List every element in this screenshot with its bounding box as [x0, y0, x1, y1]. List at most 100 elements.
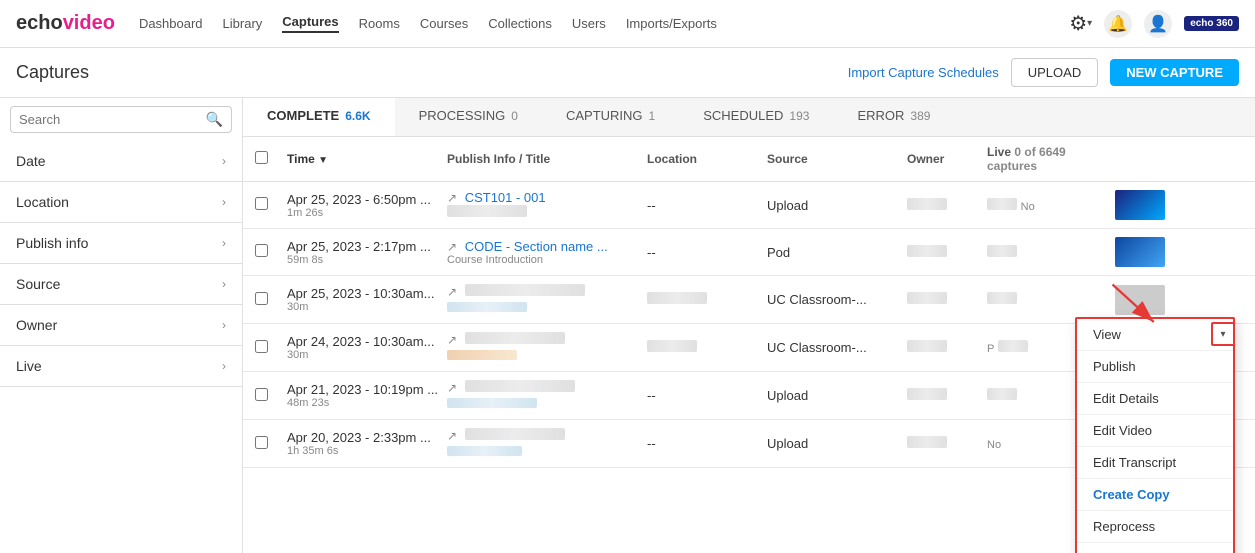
time-main: Apr 25, 2023 - 2:17pm ... — [287, 239, 447, 254]
logo-video: video — [63, 12, 115, 35]
search-input[interactable] — [19, 112, 206, 127]
nav-users[interactable]: Users — [572, 16, 606, 31]
search-box: 🔍 — [10, 106, 232, 133]
row-select-checkbox[interactable] — [255, 292, 268, 305]
row-location-1: -- — [647, 198, 767, 213]
tab-capturing-label: CAPTURING — [566, 108, 643, 123]
red-arrow-indicator — [1105, 277, 1165, 337]
content-area: COMPLETE 6.6K PROCESSING 0 CAPTURING 1 S… — [243, 98, 1255, 553]
publish-title[interactable]: CODE - Section name ... — [465, 239, 608, 254]
row-location-4 — [647, 340, 767, 355]
sidebar: 🔍 Date › Location › Publish info › Sourc… — [0, 98, 243, 553]
col-check — [255, 151, 287, 167]
share-icon: ↗ — [447, 333, 457, 347]
nav-rooms[interactable]: Rooms — [359, 16, 400, 31]
dropdown-item-create-copy[interactable]: Create Copy — [1077, 479, 1233, 511]
tab-complete[interactable]: COMPLETE 6.6K — [243, 98, 395, 136]
dropdown-item-edit-details[interactable]: Edit Details — [1077, 383, 1233, 415]
nav-library[interactable]: Library — [223, 16, 263, 31]
row-select-checkbox[interactable] — [255, 436, 268, 449]
row-select-checkbox[interactable] — [255, 244, 268, 257]
row-select-checkbox[interactable] — [255, 197, 268, 210]
sidebar-item-label: Date — [16, 153, 222, 169]
nav-collections[interactable]: Collections — [488, 16, 552, 31]
notifications-icon[interactable]: 🔔 — [1104, 10, 1132, 38]
time-sub: 30m — [287, 301, 447, 313]
sidebar-item-label: Publish info — [16, 235, 222, 251]
chevron-right-icon: › — [222, 359, 226, 373]
nav-right: ⚙ ▾ 🔔 👤 echo 360 — [1069, 10, 1239, 38]
dropdown-item-edit-video[interactable]: Edit Video — [1077, 415, 1233, 447]
time-sub: 1h 35m 6s — [287, 445, 447, 457]
sidebar-item-live[interactable]: Live › — [0, 346, 242, 387]
new-capture-button[interactable]: NEW CAPTURE — [1110, 59, 1239, 86]
thumbnail — [1115, 190, 1165, 220]
row-location-5: -- — [647, 388, 767, 403]
settings-icon[interactable]: ⚙ ▾ — [1069, 11, 1092, 36]
row-time-6: Apr 20, 2023 - 2:33pm ... 1h 35m 6s — [287, 430, 447, 457]
upload-button[interactable]: UPLOAD — [1011, 58, 1098, 87]
tab-scheduled-count: 193 — [789, 109, 809, 123]
time-main: Apr 20, 2023 - 2:33pm ... — [287, 430, 447, 445]
row-source-2: Pod — [767, 245, 907, 260]
select-all-checkbox[interactable] — [255, 151, 268, 164]
row-source-5: Upload — [767, 388, 907, 403]
top-nav: echovideo Dashboard Library Captures Roo… — [0, 0, 1255, 48]
row-location-3 — [647, 292, 767, 307]
sidebar-item-label: Live — [16, 358, 222, 374]
main-layout: 🔍 Date › Location › Publish info › Sourc… — [0, 98, 1255, 553]
dropdown-item-request-transcript[interactable]: Request Transcript — [1077, 543, 1233, 553]
col-time-header[interactable]: Time ▼ — [287, 152, 447, 166]
row-live-2 — [987, 245, 1107, 260]
row-time-4: Apr 24, 2023 - 10:30am... 30m — [287, 334, 447, 361]
dropdown-item-reprocess[interactable]: Reprocess — [1077, 511, 1233, 543]
user-avatar[interactable]: 👤 — [1144, 10, 1172, 38]
publish-title[interactable]: CST101 - 001 — [465, 190, 546, 205]
col-publish-header: Publish Info / Title — [447, 152, 647, 166]
tab-processing[interactable]: PROCESSING 0 — [395, 98, 542, 136]
col-live-header: Live 0 of 6649 captures — [987, 145, 1107, 173]
time-sub: 48m 23s — [287, 397, 447, 409]
tab-error-count: 389 — [910, 109, 930, 123]
dropdown-toggle-button[interactable]: ▾ — [1211, 322, 1235, 346]
chevron-right-icon: › — [222, 318, 226, 332]
time-sub: 30m — [287, 349, 447, 361]
share-icon: ↗ — [447, 240, 457, 254]
sidebar-item-date[interactable]: Date › — [0, 141, 242, 182]
sidebar-item-publish-info[interactable]: Publish info › — [0, 223, 242, 264]
nav-captures[interactable]: Captures — [282, 14, 338, 33]
row-checkbox-1 — [255, 197, 287, 213]
row-checkbox-6 — [255, 436, 287, 452]
sidebar-item-location[interactable]: Location › — [0, 182, 242, 223]
share-icon: ↗ — [447, 429, 457, 443]
nav-imports-exports[interactable]: Imports/Exports — [626, 16, 717, 31]
sidebar-item-source[interactable]: Source › — [0, 264, 242, 305]
dropdown-item-edit-transcript[interactable]: Edit Transcript — [1077, 447, 1233, 479]
row-owner-4 — [907, 340, 987, 355]
share-icon: ↗ — [447, 285, 457, 299]
tab-error-label: ERROR — [857, 108, 904, 123]
row-publish-3: ↗ — [447, 284, 647, 315]
time-main: Apr 25, 2023 - 10:30am... — [287, 286, 447, 301]
row-owner-3 — [907, 292, 987, 307]
row-time-3: Apr 25, 2023 - 10:30am... 30m — [287, 286, 447, 313]
sidebar-item-label: Source — [16, 276, 222, 292]
import-capture-link[interactable]: Import Capture Schedules — [848, 65, 999, 80]
share-icon: ↗ — [447, 191, 457, 205]
table-area: Time ▼ Publish Info / Title Location Sou… — [243, 137, 1255, 553]
tab-processing-label: PROCESSING — [419, 108, 506, 123]
sidebar-item-owner[interactable]: Owner › — [0, 305, 242, 346]
publish-sub: Course Introduction — [447, 254, 647, 266]
tab-capturing[interactable]: CAPTURING 1 — [542, 98, 679, 136]
dropdown-item-publish[interactable]: Publish — [1077, 351, 1233, 383]
tab-scheduled[interactable]: SCHEDULED 193 — [679, 98, 833, 136]
row-time-5: Apr 21, 2023 - 10:19pm ... 48m 23s — [287, 382, 447, 409]
tab-error[interactable]: ERROR 389 — [833, 98, 954, 136]
nav-courses[interactable]: Courses — [420, 16, 468, 31]
page-header: Captures Import Capture Schedules UPLOAD… — [0, 48, 1255, 98]
row-select-checkbox[interactable] — [255, 388, 268, 401]
row-source-4: UC Classroom-... — [767, 340, 907, 355]
row-select-checkbox[interactable] — [255, 340, 268, 353]
nav-dashboard[interactable]: Dashboard — [139, 16, 203, 31]
row-owner-1 — [907, 198, 987, 213]
